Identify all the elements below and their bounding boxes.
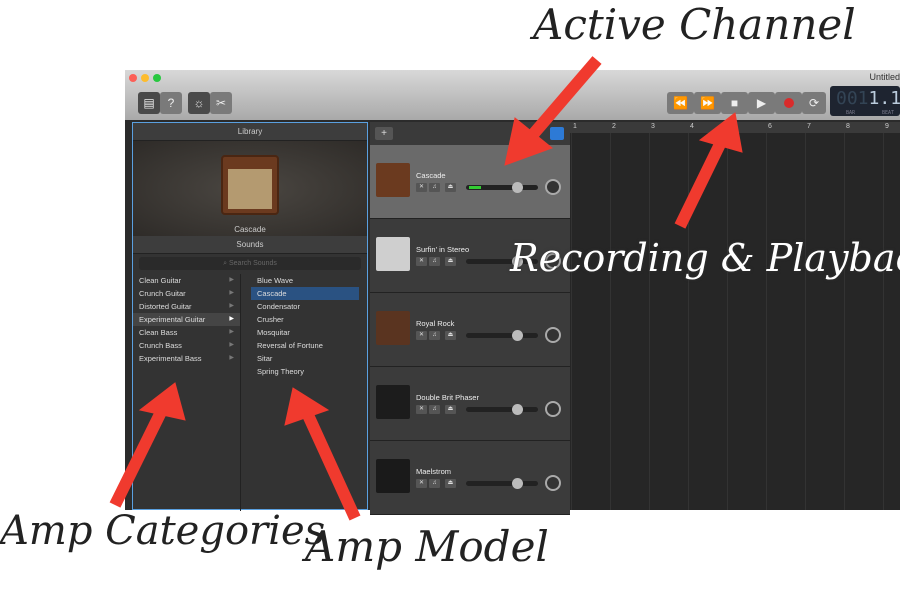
- arrow-active-channel: [525, 56, 602, 142]
- arrow-amp-categories: [109, 407, 168, 508]
- arrow-recording: [674, 137, 728, 229]
- arrow-amp-model: [302, 412, 361, 521]
- label-active-channel: Active Channel: [533, 0, 856, 49]
- arrow-head-recording: [698, 112, 743, 153]
- label-amp-categories: Amp Categories: [0, 508, 326, 554]
- label-recording-playback: Recording & Playback: [510, 236, 900, 280]
- arrow-head-amp-categories: [138, 382, 186, 421]
- label-amp-model: Amp Model: [305, 522, 549, 571]
